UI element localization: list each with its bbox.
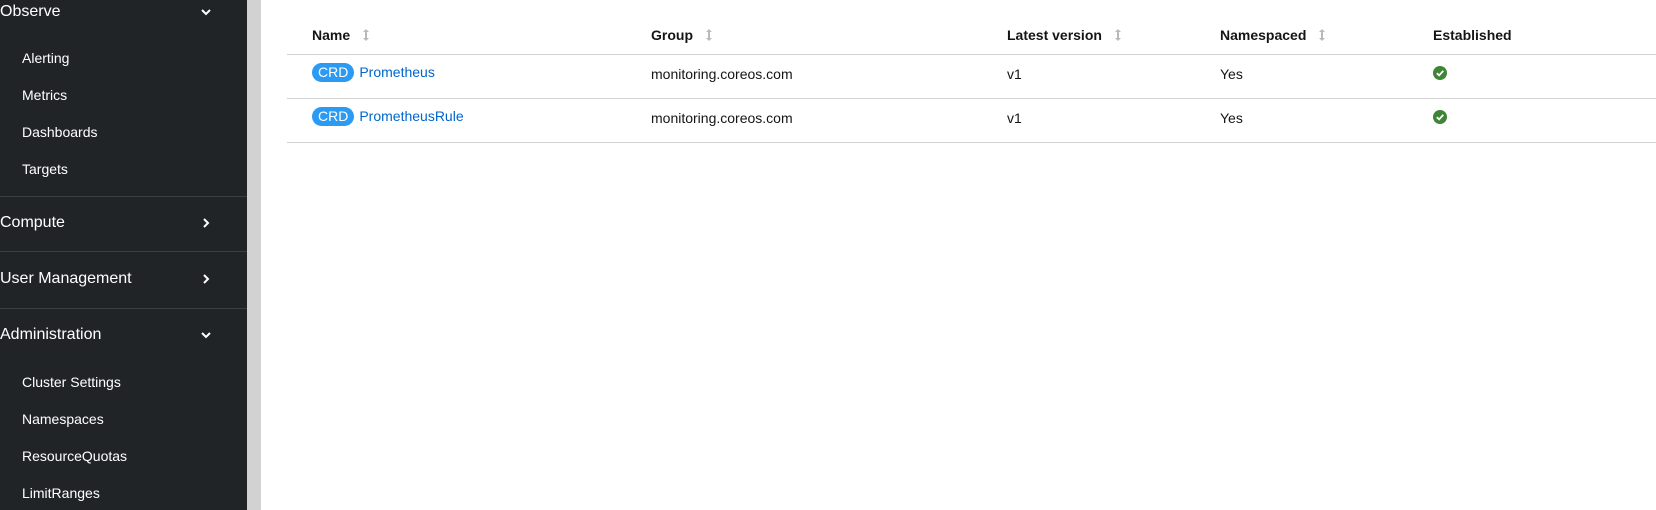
sidebar-item-metrics[interactable]: Metrics <box>22 86 67 104</box>
sidebar-item-dashboards[interactable]: Dashboards <box>22 123 98 141</box>
check-circle-icon <box>1433 66 1447 80</box>
nav-divider <box>0 251 247 252</box>
column-header-group[interactable]: Group <box>651 26 713 44</box>
resource-name-cell: CRD Prometheus <box>312 63 435 82</box>
column-header-latest-version[interactable]: Latest version <box>1007 26 1122 44</box>
nav-section-label: User Management <box>0 270 132 287</box>
column-header-label: Namespaced <box>1220 27 1307 43</box>
chevron-right-icon <box>198 215 214 231</box>
sidebar-item-namespaces[interactable]: Namespaces <box>22 410 104 428</box>
resource-link[interactable]: Prometheus <box>359 64 434 80</box>
group-cell: monitoring.coreos.com <box>651 66 793 82</box>
sort-icon <box>705 28 713 42</box>
crd-badge: CRD <box>312 63 355 82</box>
nav-section-label: Administration <box>0 326 102 343</box>
namespaced-cell: Yes <box>1220 110 1243 126</box>
sidebar-scrollbar[interactable] <box>247 0 261 510</box>
column-header-namespaced[interactable]: Namespaced <box>1220 26 1326 44</box>
sidebar-item-alerting[interactable]: Alerting <box>22 49 69 67</box>
nav-section-label: Compute <box>0 214 65 231</box>
sidebar-item-targets[interactable]: Targets <box>22 160 68 178</box>
table-divider <box>287 98 1656 99</box>
version-cell: v1 <box>1007 66 1022 82</box>
resource-name-cell: CRD PrometheusRule <box>312 107 464 126</box>
nav-section-observe[interactable]: Observe <box>0 0 247 34</box>
sidebar-item-limitranges[interactable]: LimitRanges <box>22 484 100 502</box>
nav-section-label: Observe <box>0 3 61 20</box>
group-cell: monitoring.coreos.com <box>651 110 793 126</box>
sort-icon <box>1114 28 1122 42</box>
chevron-down-icon <box>198 4 214 20</box>
column-header-name[interactable]: Name <box>312 26 370 44</box>
sort-icon <box>362 28 370 42</box>
sidebar-item-resourcequotas[interactable]: ResourceQuotas <box>22 447 127 465</box>
sidebar-nav: Observe Alerting Metrics Dashboards Targ… <box>0 0 247 510</box>
table-divider <box>287 142 1656 143</box>
sidebar-item-cluster-settings[interactable]: Cluster Settings <box>22 373 121 391</box>
check-circle-icon <box>1433 110 1447 124</box>
column-header-label: Name <box>312 27 351 43</box>
nav-section-user-management[interactable]: User Management <box>0 257 247 301</box>
sort-icon <box>1318 28 1326 42</box>
nav-section-administration[interactable]: Administration <box>0 313 247 357</box>
namespaced-cell: Yes <box>1220 66 1243 82</box>
column-header-label: Latest version <box>1007 27 1102 43</box>
crd-badge: CRD <box>312 107 355 126</box>
version-cell: v1 <box>1007 110 1022 126</box>
table-divider <box>287 54 1656 55</box>
resource-link[interactable]: PrometheusRule <box>359 108 463 124</box>
nav-divider <box>0 196 247 197</box>
chevron-right-icon <box>198 271 214 287</box>
nav-section-compute[interactable]: Compute <box>0 201 247 245</box>
nav-divider <box>0 308 247 309</box>
column-header-label: Established <box>1433 27 1512 43</box>
column-header-label: Group <box>651 27 693 43</box>
column-header-established: Established <box>1433 26 1512 44</box>
chevron-down-icon <box>198 327 214 343</box>
